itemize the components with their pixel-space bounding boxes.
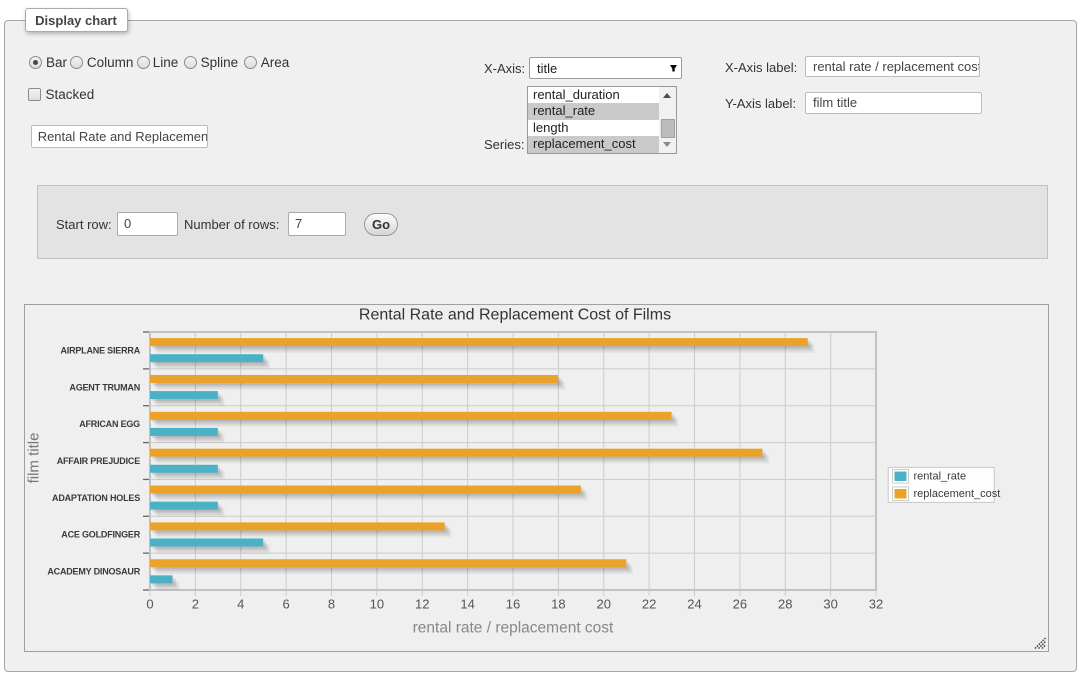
svg-text:6: 6 <box>283 597 290 612</box>
svg-text:Rental Rate and Replacement Co: Rental Rate and Replacement Cost of Film… <box>359 307 671 324</box>
svg-text:AFRICAN EGG: AFRICAN EGG <box>79 419 140 429</box>
svg-text:8: 8 <box>328 597 335 612</box>
svg-text:28: 28 <box>778 597 792 612</box>
svg-text:ADAPTATION HOLES: ADAPTATION HOLES <box>52 493 140 503</box>
svg-text:24: 24 <box>687 597 701 612</box>
svg-text:film title: film title <box>26 433 43 484</box>
svg-text:32: 32 <box>869 597 883 612</box>
svg-text:4: 4 <box>237 597 244 612</box>
svg-text:22: 22 <box>642 597 656 612</box>
svg-text:AGENT TRUMAN: AGENT TRUMAN <box>69 382 140 392</box>
svg-text:ACE GOLDFINGER: ACE GOLDFINGER <box>61 530 140 540</box>
svg-text:12: 12 <box>415 597 429 612</box>
svg-text:rental rate / replacement cost: rental rate / replacement cost <box>413 620 614 637</box>
svg-text:20: 20 <box>597 597 611 612</box>
svg-text:26: 26 <box>733 597 747 612</box>
svg-text:16: 16 <box>506 597 520 612</box>
svg-text:replacement_cost: replacement_cost <box>914 488 1001 500</box>
svg-text:18: 18 <box>551 597 565 612</box>
svg-text:rental_rate: rental_rate <box>914 471 967 483</box>
svg-text:10: 10 <box>370 597 384 612</box>
svg-text:30: 30 <box>823 597 837 612</box>
svg-text:AIRPLANE SIERRA: AIRPLANE SIERRA <box>60 345 140 355</box>
svg-text:2: 2 <box>192 597 199 612</box>
svg-text:0: 0 <box>146 597 153 612</box>
svg-text:14: 14 <box>460 597 474 612</box>
svg-text:ACADEMY DINOSAUR: ACADEMY DINOSAUR <box>47 567 140 577</box>
svg-text:AFFAIR PREJUDICE: AFFAIR PREJUDICE <box>57 456 141 466</box>
